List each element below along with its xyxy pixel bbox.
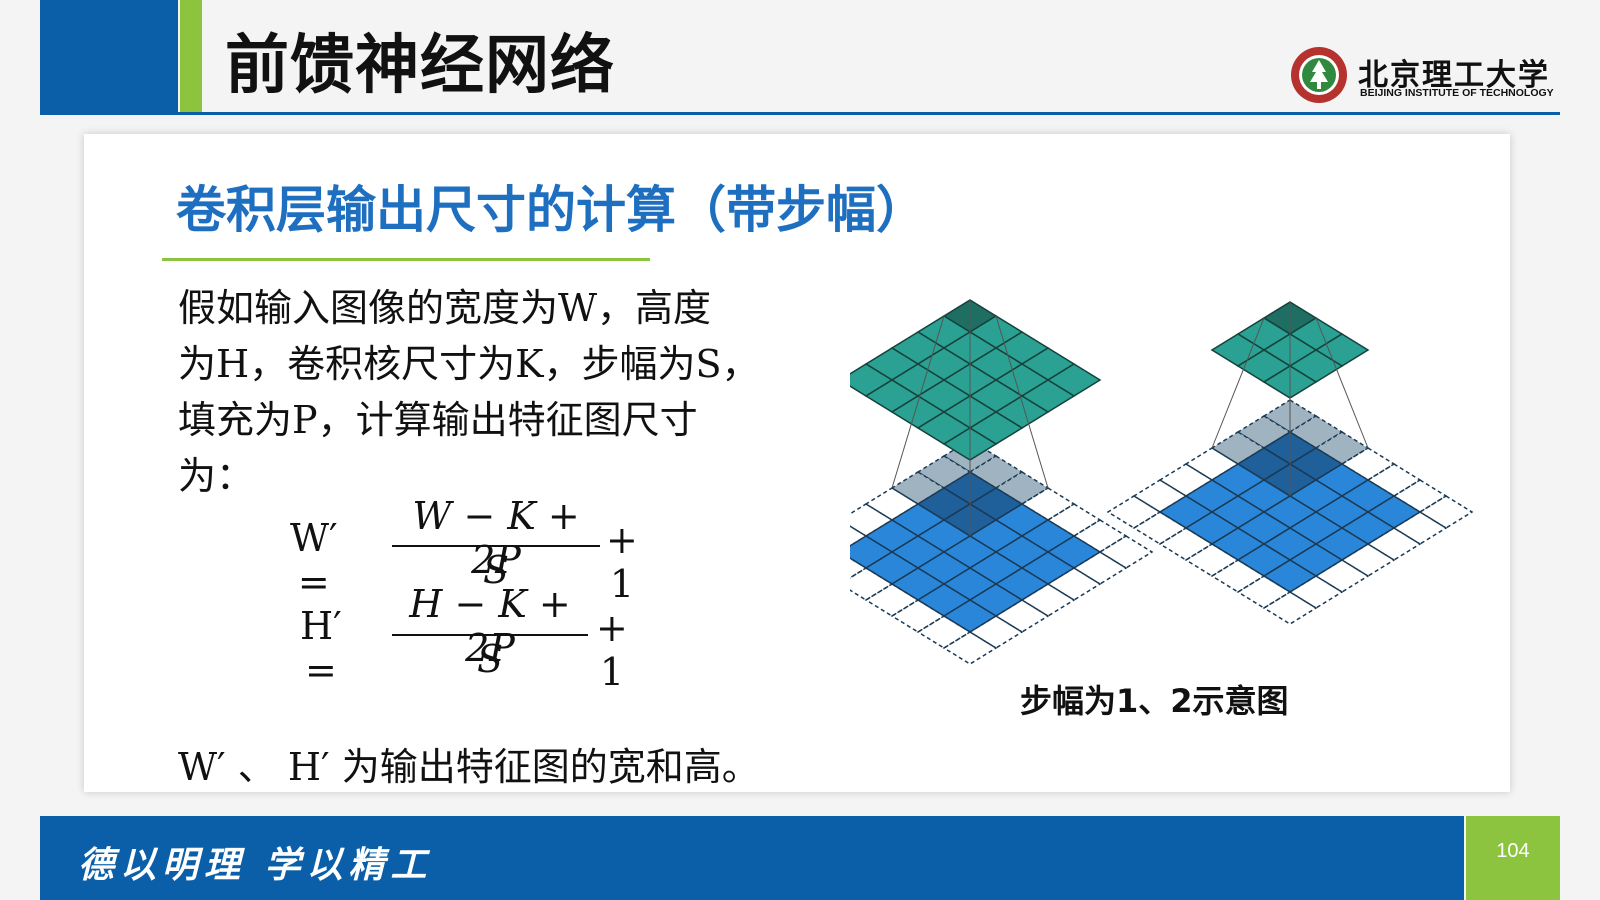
paragraph-line: 填充为P，计算输出特征图尺寸 [178, 398, 698, 442]
formula-w-lhs: W′ = [290, 516, 338, 604]
formula-h-denominator: S [476, 637, 504, 681]
formula-h-rhs: + 1 [596, 606, 628, 694]
page-title: 前馈神经网络 [225, 29, 615, 103]
padding-cell [1098, 535, 1154, 569]
stride-diagram [850, 299, 1474, 665]
subtitle-underline [162, 258, 650, 261]
section-subtitle: 卷积层输出尺寸的计算（带步幅） [176, 181, 926, 239]
page-number: 104 [1496, 840, 1530, 862]
figure-caption: 步幅为1、2示意图 [1020, 682, 1289, 720]
formula-h-fraction-bar [392, 634, 588, 636]
university-motto: 德以明理 学以精工 [78, 844, 433, 886]
paragraph-line: 为H，卷积核尺寸为K，步幅为S， [178, 342, 760, 386]
padding-cell [942, 631, 998, 665]
padding-cell [1262, 591, 1318, 625]
university-logo-icon [1291, 47, 1347, 103]
university-name-en: BEIJING INSTITUTE OF TECHNOLOGY [1360, 87, 1554, 99]
output-size-note: W′ 、 H′ 为输出特征图的宽和高。 [178, 745, 760, 789]
header-blue-block [40, 0, 178, 114]
formula-w-fraction-bar [392, 545, 600, 547]
formula-h-lhs: H′ = [300, 604, 342, 692]
formula-w-rhs: + 1 [606, 518, 638, 606]
paragraph-line: 假如输入图像的宽度为W，高度 [178, 286, 712, 330]
explanation-paragraph: 假如输入图像的宽度为W，高度 为H，卷积核尺寸为K，步幅为S， 填充为P，计算输… [178, 280, 878, 504]
header-divider [40, 112, 1560, 115]
padding-cell [1106, 495, 1162, 529]
padding-cell [1418, 495, 1474, 529]
header-green-block [180, 0, 202, 114]
